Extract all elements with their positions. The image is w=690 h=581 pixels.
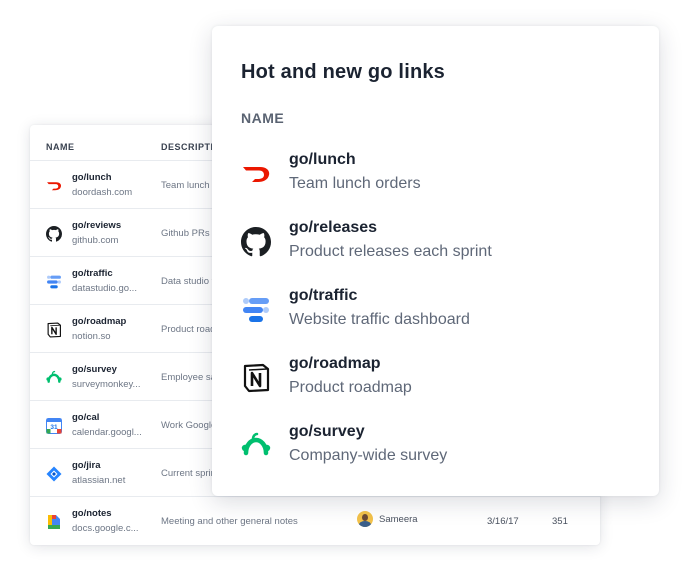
avatar [357,511,373,527]
link-domain: surveymonkey... [72,379,141,390]
link-title[interactable]: go/jira [72,460,101,471]
link-title[interactable]: go/cal [72,412,99,423]
link-title[interactable]: go/traffic [289,287,357,305]
link-domain: atlassian.net [72,475,126,486]
link-description: Product road [161,324,216,335]
link-domain: github.com [72,235,119,246]
link-domain: notion.so [72,331,111,342]
github-icon [46,226,62,242]
link-description: Product releases each sprint [289,243,492,260]
card-title: Hot and new go links [241,61,446,83]
link-title[interactable]: go/lunch [289,151,356,169]
notion-icon [241,363,271,393]
link-description: Github PRs t [161,228,215,239]
link-description: Data studio t [161,276,215,287]
go-link-item[interactable]: go/traffic Website traffic dashboard [241,287,641,337]
link-description: Company-wide survey [289,447,448,464]
svg-text:31: 31 [50,424,58,431]
google-docs-icon [46,514,62,530]
link-date: 3/16/17 [487,516,519,527]
link-title[interactable]: go/notes [72,508,112,519]
link-title[interactable]: go/releases [289,219,377,237]
jira-icon [46,466,62,482]
link-description: Current sprin [161,468,216,479]
doordash-icon [241,159,271,189]
link-domain: datastudio.go... [72,283,137,294]
github-icon [241,227,271,257]
link-owner: Sameera [357,511,418,527]
link-description: Product roadmap [289,379,412,396]
google-calendar-icon: 31 [46,418,62,434]
link-title[interactable]: go/reviews [72,220,121,231]
link-title[interactable]: go/survey [72,364,117,375]
doordash-icon [46,178,62,194]
data-studio-icon [241,295,271,325]
link-title[interactable]: go/roadmap [289,355,381,373]
table-row[interactable]: go/notes docs.google.c... Meeting and ot… [30,496,600,544]
hot-and-new-card: Hot and new go links NAME go/lunch Team … [212,26,659,496]
data-studio-icon [46,274,62,290]
link-description: Team lunch orders [289,175,421,192]
go-link-item[interactable]: go/releases Product releases each sprint [241,219,641,269]
link-domain: doordash.com [72,187,133,198]
notion-icon [46,322,62,338]
link-title[interactable]: go/roadmap [72,316,126,327]
owner-name: Sameera [379,513,418,525]
go-link-item[interactable]: go/lunch Team lunch orders [241,151,641,201]
link-domain: docs.google.c... [72,523,139,534]
link-description: Website traffic dashboard [289,311,470,328]
go-link-item[interactable]: go/survey Company-wide survey [241,423,641,473]
go-link-item[interactable]: go/roadmap Product roadmap [241,355,641,405]
link-title[interactable]: go/traffic [72,268,113,279]
link-description: Employee sa [161,372,216,383]
column-header-name: NAME [241,110,285,126]
column-header-name[interactable]: NAME [46,142,75,152]
link-domain: calendar.googl... [72,427,142,438]
link-description: Meeting and other general notes [161,516,298,527]
link-description: Work Google [161,420,217,431]
surveymonkey-icon [241,431,271,461]
link-visit-count: 351 [552,516,568,527]
surveymonkey-icon [46,370,62,386]
link-description: Team lunch o [161,180,218,191]
link-title[interactable]: go/lunch [72,172,112,183]
link-title[interactable]: go/survey [289,423,365,441]
